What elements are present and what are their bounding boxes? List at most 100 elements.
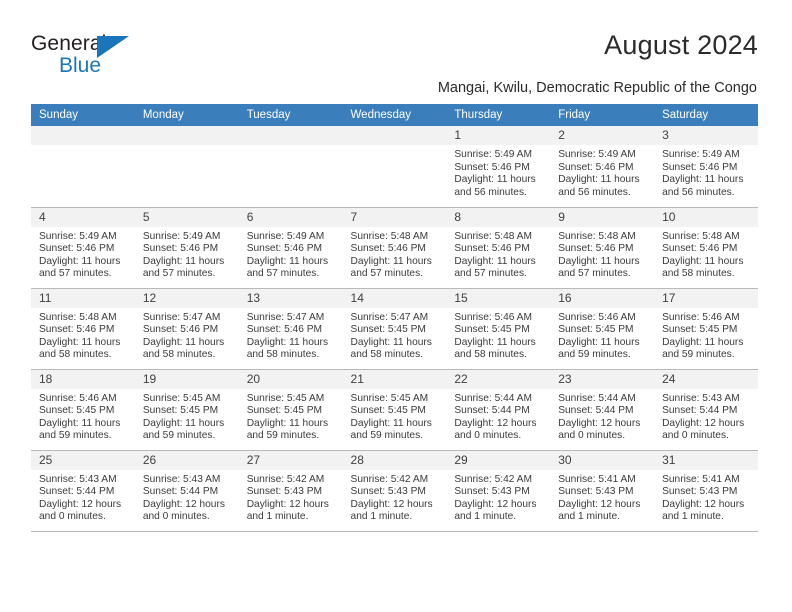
day-number: 22: [446, 369, 551, 389]
sunrise-text: Sunrise: 5:48 AM: [662, 230, 740, 242]
logo-text-general: General: [31, 32, 107, 55]
day-details: Sunrise: 5:43 AM Sunset: 5:44 PM Daylight:…: [135, 470, 239, 524]
sunrise-text: Sunrise: 5:42 AM: [246, 473, 325, 485]
daylight-text: Daylight: 11 hours and 57 minutes.: [39, 255, 121, 280]
daylight-text: Daylight: 11 hours and 57 minutes.: [246, 255, 329, 280]
calendar-day-cell[interactable]: 22 Sunrise: 5:44 AM Sunset: 5:44 PM Dayligh…: [446, 369, 551, 450]
calendar-day-cell-empty: [31, 126, 135, 207]
day-number: 17: [654, 288, 758, 308]
logo-text-blue: Blue: [59, 54, 102, 77]
sunset-text: Sunset: 5:43 PM: [454, 486, 530, 498]
calendar-day-cell[interactable]: 23 Sunrise: 5:44 AM Sunset: 5:44 PM Dayligh…: [550, 369, 655, 450]
day-details: Sunrise: 5:45 AM Sunset: 5:45 PM Daylight:…: [135, 389, 239, 443]
calendar-day-cell[interactable]: 7 Sunrise: 5:48 AM Sunset: 5:46 PM Daylight…: [342, 207, 447, 288]
sunset-text: Sunset: 5:45 PM: [454, 324, 530, 336]
calendar-day-cell[interactable]: 28 Sunrise: 5:42 AM Sunset: 5:43 PM Dayligh…: [342, 450, 447, 531]
day-details: Sunrise: 5:48 AM Sunset: 5:46 PM Daylight:…: [446, 227, 550, 281]
day-details: Sunrise: 5:46 AM Sunset: 5:45 PM Daylight:…: [31, 389, 135, 443]
day-details: Sunrise: 5:49 AM Sunset: 5:46 PM Daylight:…: [239, 227, 343, 281]
sunrise-text: Sunrise: 5:47 AM: [350, 311, 429, 323]
calendar-day-cell[interactable]: 10 Sunrise: 5:48 AM Sunset: 5:46 PM Dayligh…: [654, 207, 758, 288]
day-details: Sunrise: 5:46 AM Sunset: 5:45 PM Daylight:…: [550, 308, 654, 362]
calendar-body: 1 Sunrise: 5:49 AM Sunset: 5:46 PM Daylight…: [31, 126, 758, 531]
calendar-day-cell[interactable]: 29 Sunrise: 5:42 AM Sunset: 5:43 PM Dayligh…: [446, 450, 551, 531]
calendar-day-cell[interactable]: 26 Sunrise: 5:43 AM Sunset: 5:44 PM Dayligh…: [134, 450, 239, 531]
day-number: 2: [550, 126, 655, 145]
day-number: 7: [342, 207, 447, 227]
calendar-day-cell[interactable]: 2 Sunrise: 5:49 AM Sunset: 5:46 PM Daylight…: [550, 126, 655, 207]
calendar-week-row: 11 Sunrise: 5:48 AM Sunset: 5:46 PM Dayligh…: [31, 288, 758, 369]
sunrise-text: Sunrise: 5:43 AM: [662, 392, 740, 404]
day-number: 3: [654, 126, 758, 145]
day-number: [31, 126, 135, 145]
sunrise-text: Sunrise: 5:47 AM: [142, 311, 221, 323]
sunrise-text: Sunrise: 5:42 AM: [454, 473, 532, 485]
calendar-day-cell[interactable]: 31 Sunrise: 5:41 AM Sunset: 5:43 PM Dayligh…: [654, 450, 758, 531]
daylight-text: Daylight: 11 hours and 57 minutes.: [350, 255, 432, 280]
sunset-text: Sunset: 5:46 PM: [454, 243, 530, 255]
weekday-header-monday: Monday: [134, 104, 239, 126]
daylight-text: Daylight: 11 hours and 56 minutes.: [662, 174, 744, 198]
sunrise-text: Sunrise: 5:45 AM: [350, 392, 429, 404]
sunset-text: Sunset: 5:46 PM: [558, 161, 634, 173]
calendar-week-row: 1 Sunrise: 5:49 AM Sunset: 5:46 PM Daylight…: [31, 126, 758, 207]
calendar-day-cell[interactable]: 11 Sunrise: 5:48 AM Sunset: 5:46 PM Dayligh…: [31, 288, 135, 369]
calendar-day-cell[interactable]: 27 Sunrise: 5:42 AM Sunset: 5:43 PM Dayligh…: [238, 450, 343, 531]
daylight-text: Daylight: 12 hours and 0 minutes.: [558, 417, 641, 442]
day-number: 8: [446, 207, 551, 227]
day-number: 30: [550, 450, 655, 470]
day-details: Sunrise: 5:45 AM Sunset: 5:45 PM Daylight:…: [343, 389, 447, 443]
daylight-text: Daylight: 11 hours and 57 minutes.: [142, 255, 225, 280]
sunset-text: Sunset: 5:43 PM: [350, 486, 426, 498]
day-number: 14: [342, 288, 447, 308]
day-details: Sunrise: 5:46 AM Sunset: 5:45 PM Daylight:…: [654, 308, 758, 362]
calendar-day-cell[interactable]: 6 Sunrise: 5:49 AM Sunset: 5:46 PM Daylight…: [238, 207, 343, 288]
calendar-page: General Blue August 2024 Mangai, Kwilu, …: [0, 0, 792, 612]
calendar-day-cell[interactable]: 9 Sunrise: 5:48 AM Sunset: 5:46 PM Daylight…: [550, 207, 655, 288]
sunset-text: Sunset: 5:44 PM: [558, 405, 634, 417]
day-details: Sunrise: 5:41 AM Sunset: 5:43 PM Daylight:…: [654, 470, 758, 524]
calendar-day-cell[interactable]: 3 Sunrise: 5:49 AM Sunset: 5:46 PM Daylight…: [654, 126, 758, 207]
calendar-day-cell[interactable]: 20 Sunrise: 5:45 AM Sunset: 5:45 PM Dayligh…: [238, 369, 343, 450]
sunrise-text: Sunrise: 5:49 AM: [662, 149, 740, 160]
calendar-day-cell[interactable]: 4 Sunrise: 5:49 AM Sunset: 5:46 PM Daylight…: [31, 207, 135, 288]
calendar-day-cell[interactable]: 30 Sunrise: 5:41 AM Sunset: 5:43 PM Dayligh…: [550, 450, 655, 531]
calendar-day-cell[interactable]: 24 Sunrise: 5:43 AM Sunset: 5:44 PM Dayligh…: [654, 369, 758, 450]
calendar-day-cell[interactable]: 21 Sunrise: 5:45 AM Sunset: 5:45 PM Dayligh…: [342, 369, 447, 450]
sunset-text: Sunset: 5:43 PM: [246, 486, 323, 498]
sunset-text: Sunset: 5:45 PM: [39, 405, 115, 417]
calendar-day-cell[interactable]: 1 Sunrise: 5:49 AM Sunset: 5:46 PM Daylight…: [446, 126, 551, 207]
daylight-text: Daylight: 11 hours and 56 minutes.: [454, 174, 536, 198]
calendar-day-cell[interactable]: 19 Sunrise: 5:45 AM Sunset: 5:45 PM Dayligh…: [134, 369, 239, 450]
daylight-text: Daylight: 11 hours and 59 minutes.: [350, 417, 432, 442]
sunrise-text: Sunrise: 5:44 AM: [454, 392, 532, 404]
sunrise-text: Sunrise: 5:49 AM: [142, 230, 221, 242]
calendar-day-cell[interactable]: 5 Sunrise: 5:49 AM Sunset: 5:46 PM Daylight…: [134, 207, 239, 288]
sunset-text: Sunset: 5:43 PM: [662, 486, 738, 498]
calendar-day-cell[interactable]: 17 Sunrise: 5:46 AM Sunset: 5:45 PM Dayligh…: [654, 288, 758, 369]
sunrise-text: Sunrise: 5:48 AM: [350, 230, 429, 242]
sunrise-text: Sunrise: 5:49 AM: [558, 149, 636, 160]
calendar-day-cell[interactable]: 15 Sunrise: 5:46 AM Sunset: 5:45 PM Dayligh…: [446, 288, 551, 369]
day-details: Sunrise: 5:44 AM Sunset: 5:44 PM Daylight:…: [446, 389, 550, 443]
day-details: Sunrise: 5:45 AM Sunset: 5:45 PM Daylight:…: [239, 389, 343, 443]
calendar-day-cell-empty: [342, 126, 447, 207]
daylight-text: Daylight: 11 hours and 58 minutes.: [662, 255, 744, 280]
calendar-week-row: 18 Sunrise: 5:46 AM Sunset: 5:45 PM Dayligh…: [31, 369, 758, 450]
general-blue-logo: General Blue: [31, 32, 129, 77]
daylight-text: Daylight: 12 hours and 1 minute.: [246, 498, 329, 523]
calendar-day-cell[interactable]: 25 Sunrise: 5:43 AM Sunset: 5:44 PM Dayligh…: [31, 450, 135, 531]
calendar-header-row: Sunday Monday Tuesday Wednesday Thursday…: [31, 104, 758, 126]
day-number: 15: [446, 288, 551, 308]
calendar-day-cell[interactable]: 8 Sunrise: 5:48 AM Sunset: 5:46 PM Daylight…: [446, 207, 551, 288]
day-number: 18: [31, 369, 135, 389]
calendar-day-cell[interactable]: 16 Sunrise: 5:46 AM Sunset: 5:45 PM Dayligh…: [550, 288, 655, 369]
calendar-day-cell[interactable]: 13 Sunrise: 5:47 AM Sunset: 5:46 PM Dayligh…: [238, 288, 343, 369]
daylight-text: Daylight: 11 hours and 57 minutes.: [454, 255, 536, 280]
day-number: 16: [550, 288, 655, 308]
day-details: Sunrise: 5:46 AM Sunset: 5:45 PM Daylight:…: [446, 308, 550, 362]
calendar-day-cell[interactable]: 12 Sunrise: 5:47 AM Sunset: 5:46 PM Dayligh…: [134, 288, 239, 369]
daylight-text: Daylight: 12 hours and 1 minute.: [558, 498, 641, 523]
calendar-day-cell[interactable]: 14 Sunrise: 5:47 AM Sunset: 5:45 PM Dayligh…: [342, 288, 447, 369]
calendar-day-cell[interactable]: 18 Sunrise: 5:46 AM Sunset: 5:45 PM Dayligh…: [31, 369, 135, 450]
